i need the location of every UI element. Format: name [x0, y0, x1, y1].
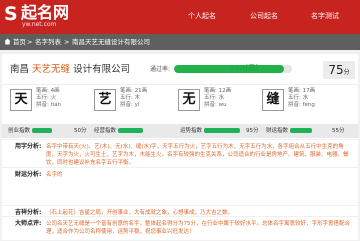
pass-rate-label: 通过率: — [150, 66, 171, 73]
section-master-comment: 大师点评: 公司名天艺无缝是一个富有创意的名字，整体起名得分为75分，在行业中属… — [2, 216, 358, 241]
index-scores: 创业指数 50分 经营指数 运势指数 95分 财运指数 55分 — [2, 124, 358, 138]
index-value: 95分 — [246, 128, 259, 134]
breadcrumb-separator: > — [27, 38, 33, 46]
index-bar — [32, 128, 52, 133]
breadcrumb-separator: > — [64, 38, 70, 46]
company-suffix: 设计有限公司 — [73, 64, 131, 75]
char-strokes: 笔画: 4画 — [36, 88, 60, 94]
char-element: 五行: 水 — [204, 95, 225, 101]
score-unit: 分 — [343, 69, 350, 76]
char-strokes: 笔画: 12画 — [204, 88, 232, 94]
title-row: 南昌 天艺无缝 设计有限公司 通过率: 93%[高] 75分 — [2, 54, 358, 85]
index-bar — [118, 128, 143, 133]
char-element: 五行: 水 — [288, 95, 309, 101]
section-label: 大师点评: — [15, 220, 42, 227]
home-icon[interactable] — [4, 38, 11, 45]
company-name: 南昌 天艺无缝 设计有限公司 — [10, 64, 130, 75]
char-box: 无 — [178, 89, 200, 111]
index-label: 经营指数 — [94, 128, 117, 134]
breadcrumb-current: 南昌天艺无缝设计有限公司 — [72, 38, 150, 46]
index-value: 55分 — [332, 128, 345, 134]
char-pinyin: 拼音: wu — [204, 102, 227, 108]
logo-text: 起名网 — [21, 3, 70, 22]
char-strokes: 笔画: 21画 — [120, 88, 148, 94]
char-box: 天 — [10, 89, 32, 111]
char-pinyin: 拼音: feng — [288, 102, 315, 108]
breadcrumb-name-list[interactable]: 名字列表 — [35, 38, 61, 46]
section-wealth-analysis: 财运分析: 名字的 — [2, 167, 358, 206]
char-info: 笔画: 17画 五行: 水拼音: feng — [288, 88, 315, 109]
pass-rate-fill — [174, 65, 284, 73]
character-breakdown: 天 笔画: 4画 五行: 火拼音: tian 艺 笔画: 21画 五行: 木拼音: … — [2, 85, 358, 127]
nav-personal-naming[interactable]: 个人起名 — [188, 12, 216, 21]
char-box: 艺 — [94, 89, 116, 111]
nav-company-naming[interactable]: 公司起名 — [250, 12, 278, 21]
index-label: 运势指数 — [180, 128, 203, 134]
logo-url: yw.net.com — [22, 21, 57, 28]
score-value: 75 — [328, 63, 344, 77]
section-text: 名字中带有天(火)、艺(木)、无(水)、缝(水)字，天字五行为火，艺字五行为木，… — [46, 144, 349, 166]
breadcrumb-home[interactable]: 首页 — [13, 38, 26, 46]
score-badge: 75分 — [323, 61, 355, 79]
index-bar — [204, 128, 240, 133]
company-city: 南昌 — [10, 64, 30, 75]
site-logo[interactable]: S 起名网 yw.net.com — [4, 3, 84, 31]
logo-mark-icon: S — [4, 3, 18, 25]
breadcrumb: 首页 > 名字列表 > 南昌天艺无缝设计有限公司 — [0, 34, 360, 50]
char-element: 五行: 木 — [120, 95, 141, 101]
pass-rate-value: 93%[高] — [230, 64, 259, 72]
nav-name-test[interactable]: 名字测试 — [311, 12, 339, 21]
section-character-analysis: 用字分析: 名字中带有天(火)、艺(木)、无(水)、缝(水)字，天字五行为火，艺… — [2, 139, 358, 168]
char-pinyin: 拼音: tian — [36, 102, 62, 108]
char-box: 缝 — [262, 89, 284, 111]
char-strokes: 笔画: 17画 — [288, 88, 316, 94]
char-info: 笔画: 21画 五行: 木拼音: yi — [120, 88, 147, 109]
index-value: 50分 — [74, 128, 87, 134]
section-text: 名字的 — [46, 172, 63, 178]
char-pinyin: 拼音: yi — [120, 102, 140, 108]
index-label: 财运指数 — [266, 128, 289, 134]
section-label: 财运分析: — [15, 171, 42, 178]
index-bar — [290, 128, 312, 133]
char-info: 笔画: 12画 五行: 水拼音: wu — [204, 88, 231, 109]
index-label: 创业指数 — [8, 128, 31, 134]
section-text: 公司名天艺无缝是一个富有创意的名字，整体起名得分为75分，在行业中属于较好水平。… — [46, 221, 351, 235]
company-brand: 天艺无缝 — [32, 64, 71, 75]
char-info: 笔画: 4画 五行: 火拼音: tian — [36, 88, 61, 109]
top-bar: S 起名网 yw.net.com 个人起名 公司起名 名字测试 — [0, 0, 360, 34]
section-label: 用字分析: — [15, 143, 42, 150]
result-card: 南昌 天艺无缝 设计有限公司 通过率: 93%[高] 75分 天 笔画: 4画五… — [2, 54, 358, 240]
char-element: 五行: 火 — [36, 95, 57, 101]
